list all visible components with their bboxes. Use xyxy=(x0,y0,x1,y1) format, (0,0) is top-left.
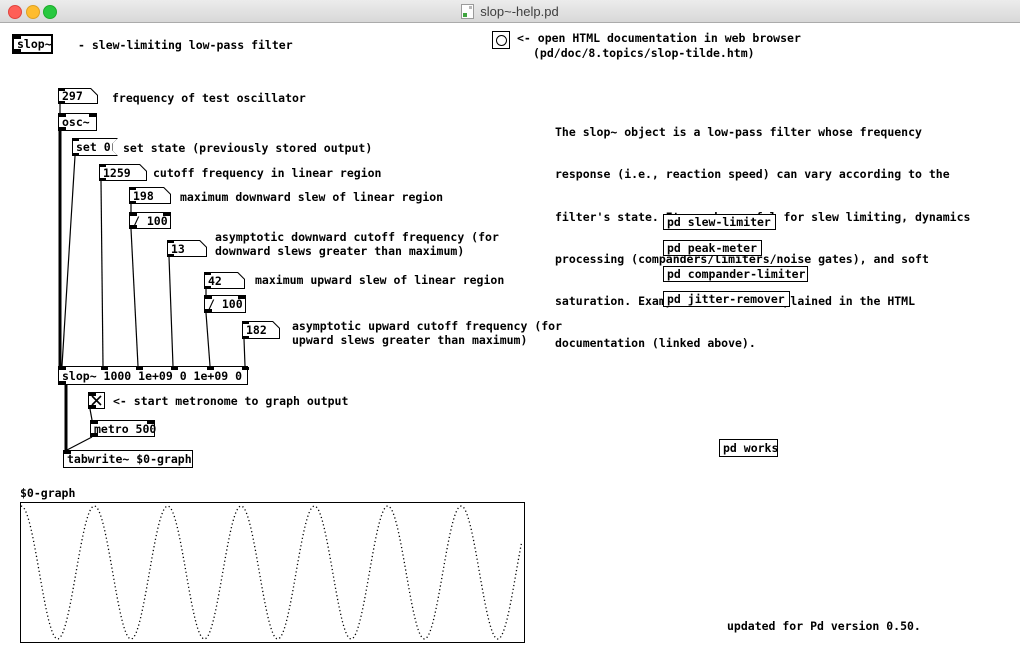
comment-tagline: - slew-limiting low-pass filter xyxy=(78,38,293,52)
description-line: documentation (linked above). xyxy=(555,336,970,350)
title-bar: slop~-help.pd xyxy=(0,0,1020,23)
inlet-nub xyxy=(242,367,249,370)
subpatch-box-jitter-remover[interactable]: pd jitter-remover xyxy=(663,291,790,307)
outlet-nub xyxy=(129,201,136,204)
inlet-nub xyxy=(89,114,96,117)
patch-cord xyxy=(90,409,92,420)
inlet-nub xyxy=(171,367,178,370)
comment-oscillator-freq: frequency of test oscillator xyxy=(112,91,306,105)
number-box-max-downward-slew[interactable]: 198 xyxy=(129,187,171,204)
number-box-cutoff-freq-value[interactable]: 1259 xyxy=(100,165,146,180)
outlet-nub xyxy=(72,153,79,156)
patch-cord xyxy=(244,339,245,366)
comment-version-footer: updated for Pd version 0.50. xyxy=(727,619,921,633)
comment-asym-downward-line2: downward slews greater than maximum) xyxy=(215,244,464,258)
object-box-osc: osc~ xyxy=(58,113,97,131)
object-box-divide-100-a: / 100 xyxy=(129,212,171,229)
bang-circle-icon xyxy=(496,35,507,46)
patch-cord xyxy=(67,437,92,450)
outlet-nub xyxy=(205,309,212,312)
subpatch-box-peak-meter[interactable]: pd peak-meter xyxy=(663,240,762,256)
comment-open-doc-line2: (pd/doc/8.topics/slop-tilde.htm) xyxy=(533,46,755,60)
inlet-nub xyxy=(129,187,136,190)
outlet-nub xyxy=(59,381,66,384)
description-line: The slop~ object is a low-pass filter wh… xyxy=(555,125,970,139)
outlet-nub xyxy=(99,178,106,181)
object-box-slop-main: slop~ xyxy=(12,34,53,54)
bang-button-open-doc[interactable] xyxy=(492,31,510,49)
subpatch-box-compander-limiter[interactable]: pd compander-limiter xyxy=(663,266,808,282)
inlet-nub xyxy=(14,36,21,39)
outlet-nub xyxy=(89,405,96,408)
description-line: processing (companders/limiters/noise ga… xyxy=(555,252,970,266)
inlet-nub xyxy=(136,367,143,370)
object-box-metro: metro 500 xyxy=(90,420,155,437)
inlet-nub xyxy=(59,367,66,370)
inlet-nub xyxy=(64,451,71,454)
comment-set-state: set state (previously stored output) xyxy=(123,141,372,155)
outlet-nub xyxy=(167,254,174,257)
inlet-nub xyxy=(147,421,154,424)
inlet-nub xyxy=(242,321,249,324)
number-box-asym-downward-cutoff[interactable]: 13 xyxy=(167,240,207,257)
patch-cord xyxy=(169,257,173,366)
comment-asym-downward-line1: asymptotic downward cutoff frequency (fo… xyxy=(215,230,499,244)
inlet-nub xyxy=(207,367,214,370)
number-box-max-upward-slew[interactable]: 42 xyxy=(204,272,245,289)
inlet-nub xyxy=(89,393,96,396)
inlet-nub xyxy=(238,296,245,299)
number-box-oscillator-freq[interactable]: 297 xyxy=(58,88,98,104)
patch-cord xyxy=(131,229,138,366)
comment-max-upward-slew: maximum upward slew of linear region xyxy=(255,273,504,287)
comment-open-doc-line1: <- open HTML documentation in web browse… xyxy=(517,31,801,45)
graph-array-label: $0-graph xyxy=(20,486,75,500)
number-box-cutoff-freq[interactable]: 1259 xyxy=(99,164,147,181)
outlet-nub xyxy=(242,336,249,339)
object-box-slop: slop~ 1000 1e+09 0 1e+09 0 xyxy=(58,366,248,385)
outlet-nub xyxy=(204,286,211,289)
outlet-nub xyxy=(59,127,66,130)
subpatch-box-slew-limiter[interactable]: pd slew-limiter xyxy=(663,214,776,230)
inlet-nub xyxy=(101,367,108,370)
document-icon xyxy=(461,4,474,19)
message-box-set-state-label[interactable]: set 0 xyxy=(73,139,117,155)
outlet-nub xyxy=(58,101,65,104)
comment-asym-upward-line2: upward slews greater than maximum) xyxy=(292,333,527,347)
inlet-nub xyxy=(58,88,65,91)
object-box-tabwrite: tabwrite~ $0-graph xyxy=(63,450,193,468)
outlet-nub xyxy=(130,225,137,228)
outlet-nub xyxy=(14,49,21,52)
patch-cord xyxy=(62,156,75,366)
number-box-max-downward-slew-value[interactable]: 198 xyxy=(130,188,170,203)
inlet-nub xyxy=(167,240,174,243)
inlet-nub xyxy=(72,138,79,141)
patch-cord xyxy=(206,313,210,366)
object-box-divide-100-b: / 100 xyxy=(204,295,246,313)
inlet-nub xyxy=(204,272,211,275)
inlet-nub xyxy=(59,114,66,117)
comment-cutoff-freq: cutoff frequency in linear region xyxy=(153,166,381,180)
number-box-asym-upward-cutoff[interactable]: 182 xyxy=(242,321,280,339)
inlet-nub xyxy=(163,213,170,216)
comment-start-metronome: <- start metronome to graph output xyxy=(113,394,348,408)
message-box-set-state[interactable]: set 0 xyxy=(72,138,118,156)
comment-asym-upward-line1: asymptotic upward cutoff frequency (for xyxy=(292,319,562,333)
subpatch-box-works[interactable]: pd works xyxy=(719,439,778,457)
graph-canvas xyxy=(20,502,525,643)
outlet-nub xyxy=(91,433,98,436)
inlet-nub xyxy=(99,164,106,167)
description-text: The slop~ object is a low-pass filter wh… xyxy=(555,97,970,365)
inlet-nub xyxy=(205,296,212,299)
inlet-nub xyxy=(130,213,137,216)
inlet-nub xyxy=(91,421,98,424)
comment-max-downward-slew: maximum downward slew of linear region xyxy=(180,190,443,204)
window-title: slop~-help.pd xyxy=(480,4,558,19)
patch-cord xyxy=(101,181,103,366)
description-line: response (i.e., reaction speed) can vary… xyxy=(555,167,970,181)
toggle-start-metronome[interactable] xyxy=(88,392,105,409)
